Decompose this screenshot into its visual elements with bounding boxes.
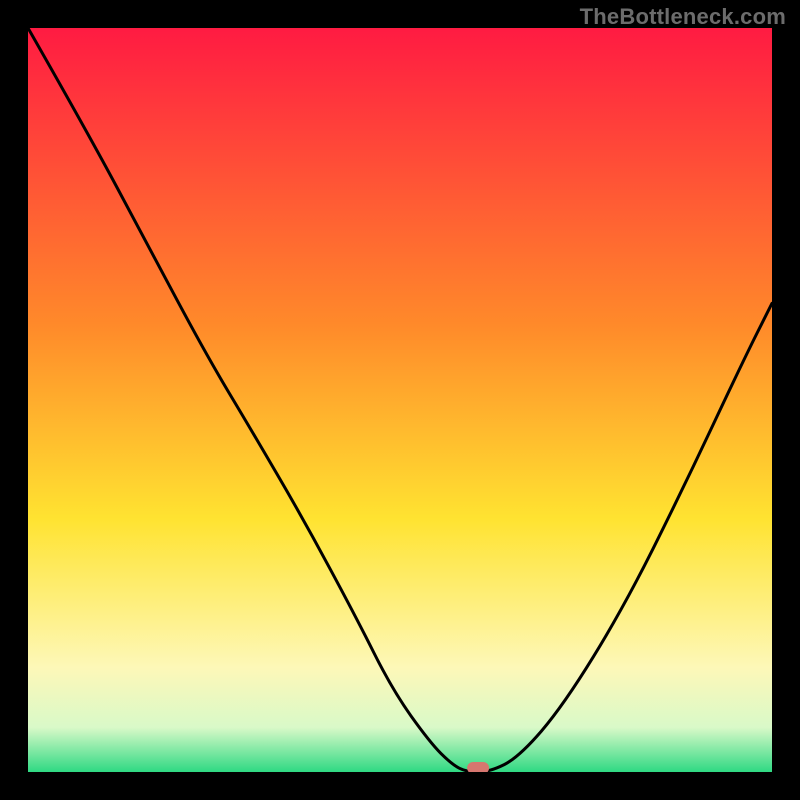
plot-area: [28, 28, 772, 772]
minimum-marker: [467, 762, 489, 772]
watermark-text: TheBottleneck.com: [580, 4, 786, 30]
chart-svg: [28, 28, 772, 772]
gradient-background: [28, 28, 772, 772]
chart-frame: TheBottleneck.com: [0, 0, 800, 800]
